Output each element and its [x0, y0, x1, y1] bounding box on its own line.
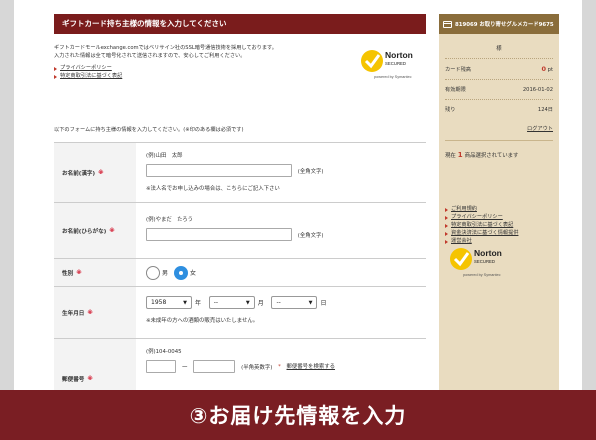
required-mark: ※ [98, 169, 104, 176]
birth-month-select[interactable]: -- ▼ [208, 296, 255, 309]
remaining-row: 残り 124日 [445, 107, 553, 113]
name-kanji-input[interactable] [146, 164, 292, 177]
main-column: ギフトカード持ち主様の情報を入力してください ギフトカードモールexchange… [54, 14, 426, 390]
form-instruction: 以下のフォームに持ち主様の情報を入力してください。(※印のある欄は必須です) [54, 127, 244, 133]
chevron-down-icon: ▼ [245, 299, 250, 306]
radio-female[interactable] [174, 265, 189, 280]
svg-text:SECURED: SECURED [474, 259, 495, 264]
sidebar-link-privacy[interactable]: プライバシーポリシー [445, 213, 553, 221]
chevron-down-icon: ▼ [183, 299, 187, 306]
row-postal: 郵便番号 ※ (例)104-0045 ー (半角英数字) * 郵便番号を検索する [54, 339, 426, 390]
intro-text-1: ギフトカードモールexchange.comではベリサイン社のSSL暗号通信技術を… [54, 45, 277, 51]
svg-text:Norton: Norton [474, 248, 502, 258]
credit-card-icon [443, 20, 452, 28]
postal-search-link[interactable]: 郵便番号を検索する [286, 364, 335, 370]
postal-asterisk: * [278, 363, 281, 370]
logout-link[interactable]: ログアウト [445, 125, 553, 141]
postal-code-part1-input[interactable] [146, 360, 176, 373]
row-name-kanji: お名前(漢字) ※ (例)山田 太郎 (全角文字) ※法人名でお申し込みの場合は、… [54, 143, 426, 203]
sidebar: 819069 お取り寄せグルメカード9675 様 カード残高 0 pt 有効期限… [439, 14, 559, 390]
example-name-kanji: (例)山田 太郎 [146, 153, 183, 159]
birth-day-select[interactable]: -- ▼ [271, 296, 318, 309]
label-name-kanji: お名前(漢字) ※ [54, 143, 136, 202]
name-kana-input[interactable] [146, 228, 292, 241]
page-frame: ギフトカード持ち主様の情報を入力してください ギフトカードモールexchange… [14, 0, 582, 390]
page-title: ギフトカード持ち主様の情報を入力してください [54, 14, 426, 34]
hint-name-kana: (全角文字) [297, 232, 324, 239]
label-gender: 性別 ※ [54, 259, 136, 286]
hint-postal: (半角英数字) [241, 364, 273, 371]
note-birthdate: ※未成年の方への酒類の販売はいたしません。 [146, 318, 259, 324]
sidebar-link-tokusho[interactable]: 特定商取引法に基づく表記 [445, 221, 553, 229]
postal-code-part2-input[interactable] [193, 360, 236, 373]
norton-check-icon [450, 248, 472, 270]
sidebar-link-payment-info[interactable]: 資金決済法に基づく情報提供 [445, 229, 553, 237]
intro-section: ギフトカードモールexchange.comではベリサイン社のSSL暗号通信技術を… [54, 44, 426, 106]
card-info-header: 819069 お取り寄せグルメカード9675 [439, 14, 559, 34]
sidebar-link-terms[interactable]: ご利用規約 [445, 205, 553, 213]
norton-secured: SECURED [385, 61, 406, 66]
norton-secured-seal[interactable]: Norton SECURED powered by Symantec [356, 44, 422, 84]
step-banner: ③お届け先情報を入力 [0, 390, 596, 440]
row-name-kana: お名前(ひらがな) ※ (例)やまだ たろう (全角文字) [54, 203, 426, 259]
gender-option-female[interactable]: 女 [174, 265, 196, 280]
expiry-row: 有効期限 2016-01-02 [445, 80, 553, 100]
card-balance-value: 0 [541, 65, 547, 73]
row-birthdate: 生年月日 ※ 1958 ▼ 年 -- ▼ 月 -- ▼ 日 ※未成年の方への酒類の販売は… [54, 287, 426, 339]
sidebar-links: ご利用規約 プライバシーポリシー 特定商取引法に基づく表記 資金決済法に基づく情… [445, 205, 553, 245]
row-gender: 性別 ※ 男 女 [54, 259, 426, 287]
hint-name-kanji: (全角文字) [297, 168, 324, 175]
note-name-kanji: ※法人名でお申し込みの場合は、こちらにご記入下さい [146, 186, 280, 192]
label-name-kana: お名前(ひらがな) ※ [54, 203, 136, 258]
norton-check-icon [361, 50, 383, 72]
svg-text:powered by Symantec: powered by Symantec [463, 273, 501, 277]
required-mark: ※ [87, 375, 93, 382]
birth-year-select[interactable]: 1958 ▼ [146, 296, 192, 309]
example-name-kana: (例)やまだ たろう [146, 217, 194, 223]
required-mark: ※ [109, 227, 115, 234]
selected-count-text: 現在 1 商品選択されています [445, 151, 519, 159]
radio-male[interactable] [146, 265, 160, 280]
label-birthdate: 生年月日 ※ [54, 287, 136, 338]
owner-form: お名前(漢字) ※ (例)山田 太郎 (全角文字) ※法人名でお申し込みの場合は、… [54, 142, 426, 390]
sidebar-norton-seal[interactable]: Norton SECURED powered by Symantec [445, 242, 511, 282]
label-postal: 郵便番号 ※ [54, 339, 136, 390]
chevron-down-icon: ▼ [308, 299, 313, 306]
card-balance-row: カード残高 0 pt [445, 59, 553, 80]
intro-text-2: 入力された情報は全て暗号化されて送信されますので、安心してご利用ください。 [54, 53, 246, 59]
norton-brand: Norton [385, 50, 413, 60]
example-postal: (例)104-0045 [146, 349, 182, 355]
user-honorific: 様 [445, 34, 553, 59]
required-mark: ※ [76, 269, 82, 276]
norton-powered: powered by Symantec [374, 75, 412, 79]
gender-option-male[interactable]: 男 [146, 265, 168, 280]
required-mark: ※ [87, 309, 93, 316]
